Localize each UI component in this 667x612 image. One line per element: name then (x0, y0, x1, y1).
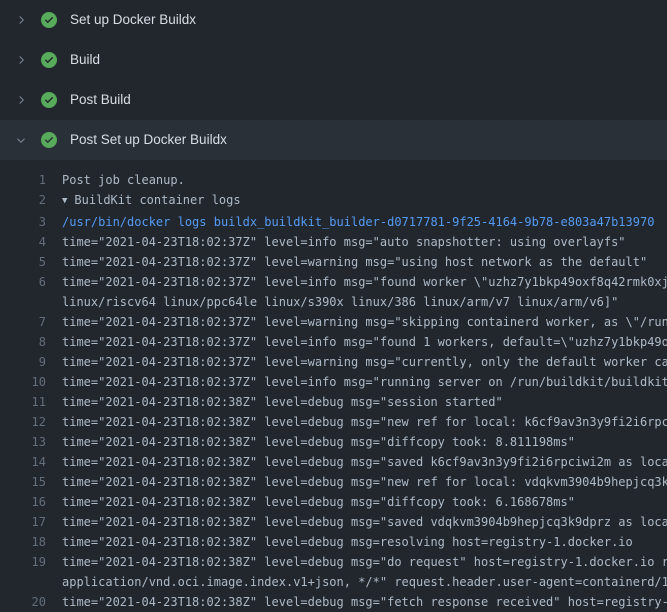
log-line: 6 time="2021-04-23T18:02:37Z" level=info… (0, 272, 667, 292)
log-line-text: time="2021-04-23T18:02:38Z" level=debug … (46, 412, 667, 432)
log-line-number[interactable]: 12 (0, 412, 46, 432)
log-line-number (0, 292, 46, 312)
log-line-number[interactable]: 19 (0, 552, 46, 572)
log-section-header-build[interactable]: Build (0, 40, 667, 80)
log-line-text: time="2021-04-23T18:02:38Z" level=debug … (46, 392, 667, 412)
log-line: 3 /usr/bin/docker logs buildx_buildkit_b… (0, 212, 667, 232)
log-line-number[interactable]: 3 (0, 212, 46, 232)
log-line-number[interactable]: 8 (0, 332, 46, 352)
log-line-number[interactable]: 15 (0, 472, 46, 492)
log-line-number (0, 572, 46, 592)
log-line-number[interactable]: 7 (0, 312, 46, 332)
chevron-right-icon (14, 133, 28, 147)
log-line: 9 time="2021-04-23T18:02:37Z" level=warn… (0, 352, 667, 372)
log-line-text: time="2021-04-23T18:02:38Z" level=debug … (46, 512, 667, 532)
log-line-text: time="2021-04-23T18:02:37Z" level=info m… (46, 372, 667, 392)
check-circle-icon (41, 132, 57, 148)
log-line-text: time="2021-04-23T18:02:38Z" level=debug … (46, 592, 667, 612)
log-line-number[interactable]: 11 (0, 392, 46, 412)
check-circle-icon (41, 52, 57, 68)
chevron-right-icon (14, 93, 28, 107)
log-line: 20 time="2021-04-23T18:02:38Z" level=deb… (0, 592, 667, 612)
log-line-text: application/vnd.oci.image.index.v1+json,… (46, 572, 667, 592)
log-line-text: time="2021-04-23T18:02:37Z" level=info m… (46, 272, 667, 292)
log-line-text: linux/riscv64 linux/ppc64le linux/s390x … (46, 292, 667, 312)
log-line: application/vnd.oci.image.index.v1+json,… (0, 572, 667, 592)
log-line: 10 time="2021-04-23T18:02:37Z" level=inf… (0, 372, 667, 392)
log-line-number[interactable]: 1 (0, 170, 46, 190)
log-line: 2 ▼BuildKit container logs (0, 190, 667, 212)
workflow-log-viewer: Set up Docker Buildx Build Post Build Po… (0, 0, 667, 612)
chevron-right-icon (14, 53, 28, 67)
section-title: Post Build (70, 93, 131, 107)
log-line: 5 time="2021-04-23T18:02:37Z" level=warn… (0, 252, 667, 272)
log-line-text: Post job cleanup. (46, 170, 667, 190)
log-line-text: /usr/bin/docker logs buildx_buildkit_bui… (46, 212, 667, 232)
log-line-text: time="2021-04-23T18:02:38Z" level=debug … (46, 492, 667, 512)
log-line: 1 Post job cleanup. (0, 170, 667, 190)
log-line: 12 time="2021-04-23T18:02:38Z" level=deb… (0, 412, 667, 432)
log-line-text: time="2021-04-23T18:02:37Z" level=warnin… (46, 252, 667, 272)
log-line-text: time="2021-04-23T18:02:37Z" level=info m… (46, 232, 667, 252)
log-line: 16 time="2021-04-23T18:02:38Z" level=deb… (0, 492, 667, 512)
section-title: Set up Docker Buildx (70, 13, 196, 27)
chevron-right-icon (14, 13, 28, 27)
log-line: 15 time="2021-04-23T18:02:38Z" level=deb… (0, 472, 667, 492)
log-line: 19 time="2021-04-23T18:02:38Z" level=deb… (0, 552, 667, 572)
group-toggle-icon[interactable]: ▼ (62, 191, 67, 211)
log-line-text: time="2021-04-23T18:02:37Z" level=warnin… (46, 312, 667, 332)
log-line-text: time="2021-04-23T18:02:38Z" level=debug … (46, 432, 667, 452)
section-title: Post Set up Docker Buildx (70, 133, 227, 147)
log-line: linux/riscv64 linux/ppc64le linux/s390x … (0, 292, 667, 312)
log-line-text: ▼BuildKit container logs (46, 190, 667, 212)
log-line-text: time="2021-04-23T18:02:38Z" level=debug … (46, 472, 667, 492)
section-title: Build (70, 53, 100, 67)
check-circle-icon (41, 12, 57, 28)
log-section-header-post-build[interactable]: Post Build (0, 80, 667, 120)
log-line-number[interactable]: 4 (0, 232, 46, 252)
log-line-number[interactable]: 16 (0, 492, 46, 512)
log-line-number[interactable]: 13 (0, 432, 46, 452)
log-line: 8 time="2021-04-23T18:02:37Z" level=info… (0, 332, 667, 352)
log-line-text: time="2021-04-23T18:02:38Z" level=debug … (46, 452, 667, 472)
log-line: 18 time="2021-04-23T18:02:38Z" level=deb… (0, 532, 667, 552)
log-line-number[interactable]: 17 (0, 512, 46, 532)
log-line-number[interactable]: 2 (0, 190, 46, 212)
log-line-text: time="2021-04-23T18:02:38Z" level=debug … (46, 532, 667, 552)
log-line-number[interactable]: 9 (0, 352, 46, 372)
log-line-number[interactable]: 18 (0, 532, 46, 552)
log-line: 11 time="2021-04-23T18:02:38Z" level=deb… (0, 392, 667, 412)
check-circle-icon (41, 92, 57, 108)
log-line-number[interactable]: 10 (0, 372, 46, 392)
log-line: 13 time="2021-04-23T18:02:38Z" level=deb… (0, 432, 667, 452)
log-line: 4 time="2021-04-23T18:02:37Z" level=info… (0, 232, 667, 252)
log-line: 14 time="2021-04-23T18:02:38Z" level=deb… (0, 452, 667, 472)
log-line-number[interactable]: 14 (0, 452, 46, 472)
log-line-text: time="2021-04-23T18:02:38Z" level=debug … (46, 552, 667, 572)
log-line-number[interactable]: 6 (0, 272, 46, 292)
log-output: 1 Post job cleanup. 2 ▼BuildKit containe… (0, 160, 667, 612)
log-line-text: time="2021-04-23T18:02:37Z" level=info m… (46, 332, 667, 352)
log-line-number[interactable]: 20 (0, 592, 46, 612)
log-line: 7 time="2021-04-23T18:02:37Z" level=warn… (0, 312, 667, 332)
log-line-number[interactable]: 5 (0, 252, 46, 272)
log-line-text: time="2021-04-23T18:02:37Z" level=warnin… (46, 352, 667, 372)
log-section-header-set-up-docker-buildx[interactable]: Set up Docker Buildx (0, 0, 667, 40)
log-section-header-post-set-up-docker-buildx[interactable]: Post Set up Docker Buildx (0, 120, 667, 160)
log-line: 17 time="2021-04-23T18:02:38Z" level=deb… (0, 512, 667, 532)
